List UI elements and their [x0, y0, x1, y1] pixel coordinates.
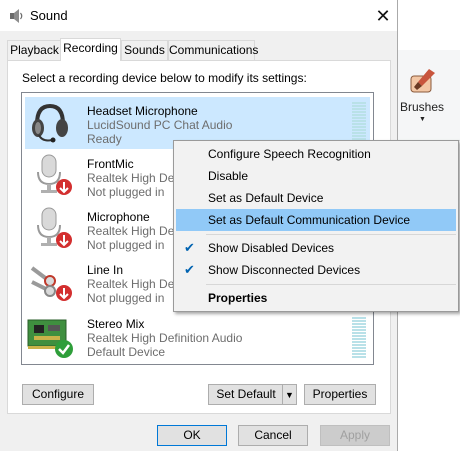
- set-default-dropdown[interactable]: ▼: [282, 384, 297, 405]
- level-meter: [352, 102, 366, 144]
- device-status: Not plugged in: [87, 185, 165, 199]
- properties-button[interactable]: Properties: [304, 384, 376, 405]
- line-in-unplugged-icon: [28, 258, 72, 302]
- device-driver: Realtek High Definition Audio: [87, 331, 243, 345]
- device-driver: Realtek High Def: [87, 277, 178, 291]
- checkmark-icon: ✔: [184, 240, 195, 255]
- chevron-down-icon: ▼: [285, 390, 294, 400]
- device-status: Not plugged in: [87, 291, 165, 305]
- menu-item-show-disabled[interactable]: ✔ Show Disabled Devices: [176, 237, 456, 259]
- ok-button[interactable]: OK: [157, 425, 227, 446]
- device-status: Ready: [87, 132, 122, 146]
- background-app-titlebar: [398, 0, 460, 51]
- menu-item-configure-speech[interactable]: Configure Speech Recognition: [176, 143, 456, 165]
- device-driver: LucidSound PC Chat Audio: [87, 118, 233, 132]
- tab-sounds[interactable]: Sounds: [121, 40, 168, 60]
- menu-item-label: Show Disabled Devices: [208, 241, 335, 255]
- microphone-unplugged-icon: [30, 152, 74, 196]
- level-meter: [352, 317, 366, 359]
- instruction-text: Select a recording device below to modif…: [22, 71, 307, 85]
- sound-card-default-icon: [26, 314, 73, 358]
- speaker-icon: [8, 8, 24, 24]
- menu-item-label: Configure Speech Recognition: [208, 147, 371, 161]
- menu-item-disable[interactable]: Disable: [176, 165, 456, 187]
- device-status: Not plugged in: [87, 238, 165, 252]
- set-default-button[interactable]: Set Default: [208, 384, 283, 405]
- menu-item-set-default[interactable]: Set as Default Device: [176, 187, 456, 209]
- tab-recording[interactable]: Recording: [60, 38, 121, 61]
- close-icon[interactable]: ✕: [370, 3, 396, 29]
- tab-communications[interactable]: Communications: [168, 40, 258, 60]
- configure-button[interactable]: Configure: [22, 384, 94, 405]
- microphone-unplugged-icon: [30, 205, 74, 249]
- menu-item-label: Disable: [208, 169, 249, 183]
- device-name: FrontMic: [87, 157, 134, 171]
- menu-item-show-disconnected[interactable]: ✔ Show Disconnected Devices: [176, 259, 456, 281]
- device-name: Line In: [87, 263, 124, 277]
- menu-item-label: Properties: [208, 291, 268, 305]
- brushes-dropdown-icon[interactable]: ▼: [419, 116, 426, 123]
- brushes-label[interactable]: Brushes: [400, 100, 444, 114]
- menu-item-label: Set as Default Device: [208, 191, 324, 205]
- menu-separator: [206, 234, 456, 235]
- menu-item-set-default-communication[interactable]: Set as Default Communication Device: [176, 209, 456, 231]
- apply-button[interactable]: Apply: [320, 425, 390, 446]
- device-status: Default Device: [87, 345, 166, 359]
- window-title: Sound: [30, 8, 68, 23]
- context-menu: Configure Speech Recognition Disable Set…: [173, 140, 459, 312]
- menu-item-label: Set as Default Communication Device: [208, 213, 411, 227]
- brushes-icon[interactable]: [405, 66, 439, 96]
- device-driver: Realtek High Def: [87, 224, 178, 238]
- device-name: Headset Microphone: [87, 104, 198, 118]
- checkmark-icon: ✔: [184, 262, 195, 277]
- device-name: Stereo Mix: [87, 317, 145, 331]
- device-name: Microphone: [87, 210, 150, 224]
- cancel-button[interactable]: Cancel: [238, 425, 308, 446]
- menu-separator: [206, 284, 456, 285]
- device-driver: Realtek High Def: [87, 171, 178, 185]
- menu-item-label: Show Disconnected Devices: [208, 263, 361, 277]
- tab-playback[interactable]: Playback: [7, 40, 62, 60]
- headset-icon: [28, 100, 72, 144]
- menu-item-properties[interactable]: Properties: [176, 287, 456, 309]
